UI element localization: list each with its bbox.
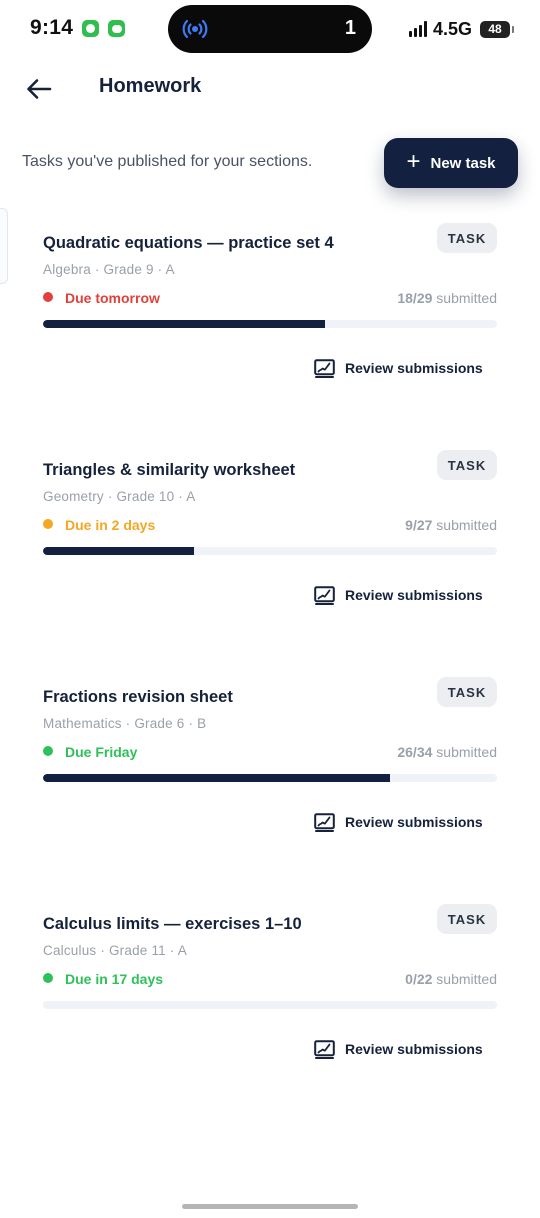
review-icon [314,1039,335,1059]
battery-level: 48 [488,22,502,36]
submission-progress-bar [43,320,497,328]
task-card[interactable]: Quadratic equations — practice set 4 Alg… [0,223,540,434]
island-counter: 1 [344,17,356,39]
status-bar: 9:14 1 4.5G 48 [0,0,540,58]
review-submissions-label: Review submissions [345,814,483,830]
task-type-badge: TASK [437,450,497,480]
due-status-dot [43,973,53,983]
task-title: Triangles & similarity worksheet [43,461,296,479]
submitted-count: 9/27 submitted [405,517,497,533]
submitted-number: 26/34 [397,744,433,760]
task-card[interactable]: Fractions revision sheet Mathematics · G… [0,677,540,888]
submitted-label: submitted [436,971,497,987]
task-meta: Calculus · Grade 11 · A [43,943,187,958]
submitted-number: 9/27 [405,517,433,533]
progress-fill [43,774,391,782]
review-icon [314,812,335,832]
task-meta: Geometry · Grade 10 · A [43,489,196,504]
dynamic-island[interactable]: 1 [168,5,372,53]
task-card[interactable]: Calculus limits — exercises 1–10 Calculu… [0,904,540,1115]
due-status-dot [43,519,53,529]
submitted-label: submitted [436,290,497,306]
submitted-count: 26/34 submitted [397,744,497,760]
back-button[interactable] [22,72,56,106]
due-status-text: Due Friday [65,744,138,760]
new-task-button[interactable]: + New task [384,138,518,188]
task-type-badge: TASK [437,904,497,934]
submitted-label: submitted [436,517,497,533]
task-type-badge: TASK [437,223,497,253]
page-subtitle: Tasks you've published for your sections… [22,153,313,170]
new-task-label: New task [430,154,496,172]
task-title: Quadratic equations — practice set 4 [43,234,334,252]
due-status-dot [43,292,53,302]
review-submissions-button[interactable]: Review submissions [314,810,483,834]
task-type-badge: TASK [437,677,497,707]
hotspot-icon [182,19,208,39]
progress-fill [43,320,325,328]
network-type: 4.5G [432,18,472,39]
task-title: Calculus limits — exercises 1–10 [43,915,302,933]
arrow-left-icon [27,79,52,99]
submitted-count: 18/29 submitted [397,290,497,306]
review-submissions-label: Review submissions [345,360,483,376]
task-meta: Algebra · Grade 9 · A [43,262,175,277]
messages-notification-icon [108,20,125,37]
review-submissions-label: Review submissions [345,587,483,603]
submitted-number: 18/29 [397,290,433,306]
status-time: 9:14 [30,16,74,39]
submission-progress-bar [43,547,497,555]
due-status-dot [43,746,53,756]
due-status-text: Due tomorrow [65,290,160,306]
task-title: Fractions revision sheet [43,688,233,706]
home-indicator[interactable] [182,1204,358,1209]
submitted-number: 0/22 [405,971,433,987]
page-title: Homework [99,75,202,97]
signal-icon [408,21,427,37]
review-submissions-label: Review submissions [345,1041,483,1057]
task-card[interactable]: Triangles & similarity worksheet Geometr… [0,450,540,661]
status-indicators: 4.5G 48 [408,18,514,40]
progress-fill [43,547,195,555]
whatsapp-notification-icon [82,20,99,37]
due-status-text: Due in 17 days [65,971,164,987]
review-submissions-button[interactable]: Review submissions [314,1037,483,1061]
task-meta: Mathematics · Grade 6 · B [43,716,207,731]
review-icon [314,358,335,378]
review-submissions-button[interactable]: Review submissions [314,583,483,607]
due-status-text: Due in 2 days [65,517,156,533]
submitted-label: submitted [436,744,497,760]
battery-icon: 48 [480,20,514,38]
submission-progress-bar [43,1001,497,1009]
review-submissions-button[interactable]: Review submissions [314,356,483,380]
submitted-count: 0/22 submitted [405,971,497,987]
plus-icon: + [406,148,421,175]
submission-progress-bar [43,774,497,782]
review-icon [314,585,335,605]
